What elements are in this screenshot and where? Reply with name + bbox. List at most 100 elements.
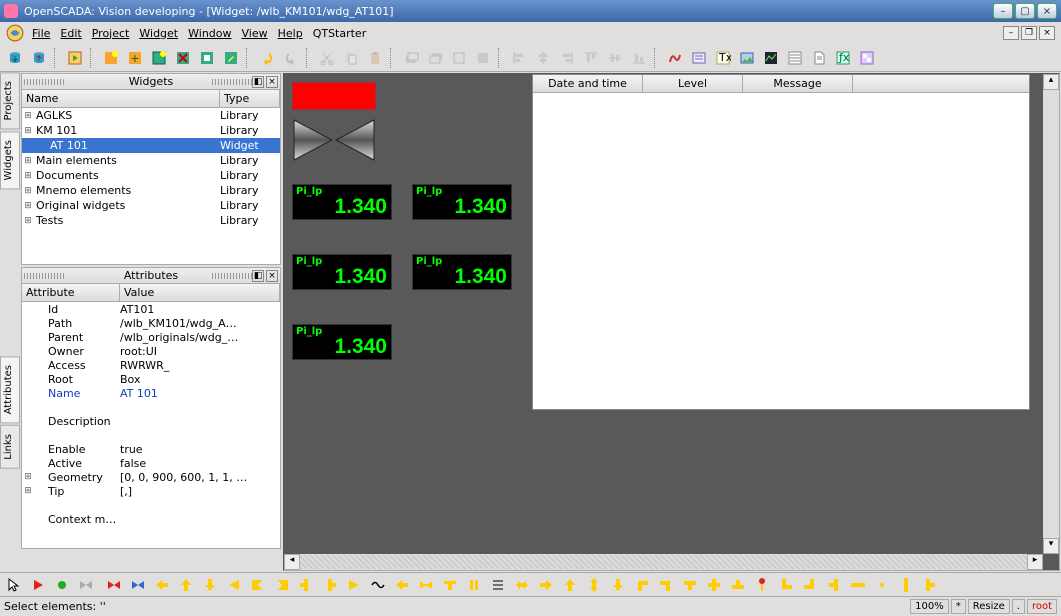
arrow-lr-icon[interactable] — [512, 576, 532, 594]
menu-help[interactable]: Help — [278, 27, 303, 40]
tree-row[interactable]: ⊞AT 101Widget — [22, 138, 280, 153]
tri-left-icon[interactable] — [224, 576, 244, 594]
lvl-up-icon[interactable] — [400, 47, 422, 69]
tree-row[interactable]: ⊞Main elementsLibrary — [22, 153, 280, 168]
del-visual-icon[interactable] — [172, 47, 194, 69]
tab-links[interactable]: Links — [0, 425, 20, 469]
lvl-down-icon[interactable] — [424, 47, 446, 69]
dock-float-button[interactable]: ◧ — [252, 270, 264, 282]
bowtie-gray-icon[interactable] — [76, 576, 96, 594]
pipe-t-icon[interactable] — [296, 576, 316, 594]
menu-project[interactable]: Project — [92, 27, 130, 40]
cross-icon[interactable] — [704, 576, 724, 594]
corner-tr-icon[interactable] — [656, 576, 676, 594]
barrier-icon[interactable] — [416, 576, 436, 594]
tab-attributes[interactable]: Attributes — [0, 356, 20, 423]
elfig-icon[interactable] — [664, 47, 686, 69]
tree-row[interactable]: ⊞DocumentsLibrary — [22, 168, 280, 183]
t-shape-icon[interactable] — [440, 576, 460, 594]
align-hcenter-icon[interactable] — [604, 47, 626, 69]
lcd-widget[interactable]: Pi_lp1.340 — [412, 184, 512, 220]
edit-visual-icon[interactable] — [220, 47, 242, 69]
canvas-hscroll[interactable]: ◂▸ — [284, 554, 1043, 570]
new-lib-icon[interactable] — [100, 47, 122, 69]
function-icon[interactable]: ƒx — [832, 47, 854, 69]
arrow-d2-icon[interactable] — [608, 576, 628, 594]
protocol-icon[interactable] — [784, 47, 806, 69]
corner-tl-icon[interactable] — [632, 576, 652, 594]
arrow-ud-icon[interactable] — [584, 576, 604, 594]
dot-green-icon[interactable] — [52, 576, 72, 594]
msgcol-level[interactable]: Level — [643, 75, 743, 92]
canvas-vscroll[interactable]: ▴▾ — [1043, 74, 1059, 554]
tree-row[interactable]: ⊞AGLKSLibrary — [22, 108, 280, 123]
attr-row[interactable]: Path/wlb_KM101/wdg_A… — [22, 316, 280, 330]
t-up-icon[interactable] — [728, 576, 748, 594]
document-icon[interactable] — [808, 47, 830, 69]
lcd-widget[interactable]: Pi_lp1.340 — [412, 254, 512, 290]
col-name[interactable]: Name — [22, 90, 220, 107]
text-icon[interactable]: Txt — [712, 47, 734, 69]
box-icon[interactable] — [856, 47, 878, 69]
menu-widget[interactable]: Widget — [139, 27, 178, 40]
tab-widgets[interactable]: Widgets — [0, 131, 20, 189]
align-bottom-icon[interactable] — [628, 47, 650, 69]
menu-window[interactable]: Window — [188, 27, 231, 40]
lines-icon[interactable] — [488, 576, 508, 594]
undo-icon[interactable] — [256, 47, 278, 69]
cut-icon[interactable] — [316, 47, 338, 69]
align-right-icon[interactable] — [556, 47, 578, 69]
status-resize[interactable]: Resize — [968, 599, 1010, 614]
raise-icon[interactable] — [448, 47, 470, 69]
attr-row[interactable] — [22, 400, 280, 414]
wave-icon[interactable] — [368, 576, 388, 594]
col-value[interactable]: Value — [120, 284, 280, 301]
prop-visual-icon[interactable] — [196, 47, 218, 69]
valve-widget[interactable] — [292, 116, 376, 164]
attr-row[interactable]: IdAT101 — [22, 302, 280, 316]
status-user[interactable]: root — [1027, 599, 1057, 614]
status-zoom[interactable]: 100% — [910, 599, 949, 614]
menu-edit[interactable]: Edit — [60, 27, 81, 40]
attr-row[interactable]: Activefalse — [22, 456, 280, 470]
canvas-area[interactable]: Date and time Level Message Pi_lp1.340Pi… — [283, 73, 1060, 571]
arrow-up-icon[interactable] — [176, 576, 196, 594]
attr-row[interactable]: Description — [22, 414, 280, 428]
arrow-r-icon[interactable] — [536, 576, 556, 594]
bowtie-red-icon[interactable] — [104, 576, 124, 594]
t-left-icon[interactable] — [824, 576, 844, 594]
close-button[interactable]: × — [1037, 3, 1057, 19]
tri-right-icon[interactable] — [344, 576, 364, 594]
db-load-icon[interactable] — [4, 47, 26, 69]
attr-row[interactable]: Ownerroot:UI — [22, 344, 280, 358]
media-icon[interactable] — [736, 47, 758, 69]
tree-row[interactable]: ⊞Mnemo elementsLibrary — [22, 183, 280, 198]
run-project-icon[interactable] — [64, 47, 86, 69]
menu-view[interactable]: View — [242, 27, 268, 40]
attr-row[interactable]: AccessRWRWR_ — [22, 358, 280, 372]
cursor-icon[interactable] — [4, 576, 24, 594]
lower-icon[interactable] — [472, 47, 494, 69]
db-save-icon[interactable] — [28, 47, 50, 69]
lcd-widget[interactable]: Pi_lp1.340 — [292, 184, 392, 220]
attr-row[interactable] — [22, 428, 280, 442]
tab-projects[interactable]: Projects — [0, 72, 20, 129]
arrow-left-icon[interactable] — [152, 576, 172, 594]
maximize-button[interactable]: ▢ — [1015, 3, 1035, 19]
attr-row[interactable]: ⊞Geometry[0, 0, 900, 600, 1, 1, … — [22, 470, 280, 484]
tree-row[interactable]: ⊞KM 101Library — [22, 123, 280, 138]
col-attribute[interactable]: Attribute — [22, 284, 120, 301]
attr-row[interactable]: NameAT 101 — [22, 386, 280, 400]
pin-icon[interactable] — [752, 576, 772, 594]
mdi-minimize-button[interactable]: – — [1003, 26, 1019, 40]
arrow-down-icon[interactable] — [200, 576, 220, 594]
tree-row[interactable]: ⊞Original widgetsLibrary — [22, 198, 280, 213]
align-vcenter-icon[interactable] — [532, 47, 554, 69]
menu-qtstarter[interactable]: QTStarter — [313, 27, 367, 40]
play-red-icon[interactable] — [28, 576, 48, 594]
arrow-u2-icon[interactable] — [560, 576, 580, 594]
line-h-icon[interactable] — [848, 576, 868, 594]
attr-row[interactable]: RootBox — [22, 372, 280, 386]
line-v-icon[interactable] — [896, 576, 916, 594]
red-rect-widget[interactable] — [292, 82, 376, 110]
